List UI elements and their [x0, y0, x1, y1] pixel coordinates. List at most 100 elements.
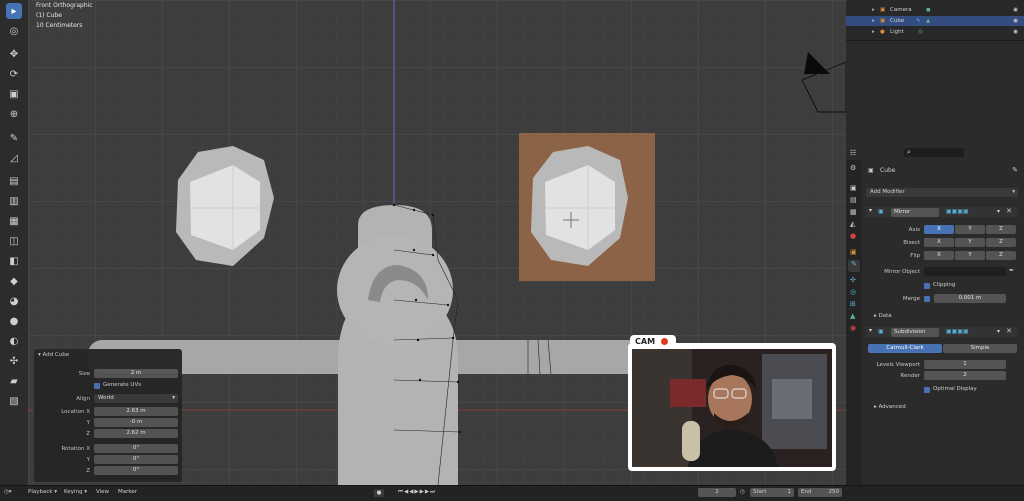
rotation-x-field[interactable]: 0° [94, 444, 178, 453]
rip-tool-icon[interactable]: ▧ [6, 393, 22, 409]
view-menu[interactable]: View [96, 489, 109, 495]
select-tool-icon[interactable]: ▸ [6, 3, 22, 19]
add-cube-tool-icon[interactable]: ▤ [6, 173, 22, 189]
add-cube-title[interactable]: ▾ Add Cube [38, 352, 69, 358]
add-modifier-dropdown[interactable]: Add Modifier ▾ [866, 188, 1018, 197]
eyedropper-icon[interactable]: ✒ [1009, 267, 1014, 274]
eye-icon[interactable]: ◉ [1013, 5, 1018, 15]
subdivision-name-field[interactable]: Subdivision [891, 328, 939, 337]
optimal-display-checkbox[interactable] [924, 387, 930, 393]
data-subpanel[interactable]: ▸ Data [874, 313, 892, 319]
modifier-wrench-icon: ▣ [868, 167, 874, 174]
rotation-z-field[interactable]: 0° [94, 466, 178, 475]
loopcut-tool-icon[interactable]: ◧ [6, 253, 22, 269]
current-frame-field[interactable]: 2 [698, 488, 736, 497]
location-x-field[interactable]: 2.63 m [94, 407, 178, 416]
bisect-y-toggle[interactable]: Y [955, 238, 985, 247]
flip-z-toggle[interactable]: Z [986, 251, 1016, 260]
extrude-tool-icon[interactable]: ▥ [6, 193, 22, 209]
axis-z-toggle[interactable]: Z [986, 225, 1016, 234]
merge-checkbox[interactable] [924, 296, 930, 302]
render-levels-field[interactable]: 2 [924, 371, 1006, 380]
view-name: Front Orthographic [36, 2, 93, 9]
view-layer-tab-icon[interactable]: ▦ [850, 208, 857, 216]
timeline-editor-icon[interactable]: ◷▾ [4, 489, 12, 495]
end-frame-field[interactable]: End 250 [798, 488, 842, 497]
playback-controls[interactable]: ⏮◀◀▶▶▶⏭ [398, 489, 436, 496]
knife-tool-icon[interactable]: ◆ [6, 273, 22, 289]
location-y-field[interactable]: -0 m [94, 418, 178, 427]
pin-icon[interactable]: ✎ [1012, 166, 1018, 174]
playback-menu[interactable]: Playback ▾ [28, 489, 57, 495]
data-tab-icon[interactable]: ▲ [850, 312, 855, 320]
flip-x-toggle[interactable]: X [924, 251, 954, 260]
advanced-subpanel[interactable]: ▸ Advanced [874, 404, 906, 410]
record-button[interactable]: ● [374, 489, 384, 497]
scale-tool-icon[interactable]: ▣ [6, 86, 22, 102]
edge-slide-tool-icon[interactable]: ◐ [6, 333, 22, 349]
merge-distance-field[interactable]: 0.001 m [934, 294, 1006, 303]
move-tool-icon[interactable]: ✥ [6, 46, 22, 62]
tool-tab-icon[interactable]: ⚙ [850, 164, 856, 172]
spin-tool-icon[interactable]: ◕ [6, 293, 22, 309]
scene-tab-icon[interactable]: ◭ [850, 220, 855, 228]
bisect-x-toggle[interactable]: X [924, 238, 954, 247]
generate-uvs-checkbox[interactable] [94, 383, 100, 389]
flip-y-toggle[interactable]: Y [955, 251, 985, 260]
axis-x-toggle[interactable]: X [924, 225, 954, 234]
physics-tab-icon[interactable]: ◎ [850, 288, 856, 296]
keying-menu[interactable]: Keying ▾ [64, 489, 87, 495]
rotation-z-label: Z [86, 468, 90, 474]
annotate-tool-icon[interactable]: ✎ [6, 130, 22, 146]
inset-tool-icon[interactable]: ▦ [6, 213, 22, 229]
world-tab-icon[interactable]: ● [850, 232, 856, 240]
size-field[interactable]: 2 m [94, 369, 178, 378]
webcam-video [632, 349, 832, 467]
clock-icon[interactable]: ◷ [740, 489, 745, 495]
close-icon[interactable]: ✕ [1006, 207, 1012, 215]
bevel-tool-icon[interactable]: ◫ [6, 233, 22, 249]
simple-button[interactable]: Simple [943, 344, 1017, 353]
rotation-y-field[interactable]: 0° [94, 455, 178, 464]
mirror-name-field[interactable]: Mirror [891, 208, 939, 217]
mirror-object-field[interactable] [924, 267, 1006, 276]
axis-y-toggle[interactable]: Y [955, 225, 985, 234]
editor-type-icon[interactable]: ☷ [850, 149, 856, 157]
subdivision-modifier-header[interactable]: ▾ ▣ Subdivision ▣▣▣▣ ▾ ✕ [866, 327, 1018, 337]
particles-tab-icon[interactable]: ✣ [850, 276, 856, 284]
marker-menu[interactable]: Marker [118, 489, 137, 495]
measure-tool-icon[interactable]: ◿ [6, 150, 22, 166]
align-dropdown[interactable]: World ▾ [94, 394, 178, 403]
object-tab-icon[interactable]: ▣ [850, 248, 857, 256]
outliner-item-cube[interactable]: ▸ ▣ Cube ✎ ▲ ◉ [846, 16, 1024, 26]
output-tab-icon[interactable]: ▤ [850, 196, 857, 204]
smooth-tool-icon[interactable]: ● [6, 313, 22, 329]
outliner-item-camera[interactable]: ▸ ▣ Camera ◼ ◉ [846, 5, 1024, 15]
light-data-icon: ◎ [918, 29, 923, 35]
mirror-icon: ▣ [878, 208, 884, 215]
constraints-tab-icon[interactable]: ⊞ [850, 300, 856, 308]
outliner-item-light[interactable]: ▸ ● Light ◎ ◉ [846, 27, 1024, 37]
render-tab-icon[interactable]: ▣ [850, 184, 857, 192]
material-tab-icon[interactable]: ◉ [850, 324, 856, 332]
start-frame-field[interactable]: Start 1 [750, 488, 794, 497]
bisect-z-toggle[interactable]: Z [986, 238, 1016, 247]
shrink-tool-icon[interactable]: ✣ [6, 353, 22, 369]
clipping-checkbox[interactable] [924, 283, 930, 289]
cursor-tool-icon[interactable]: ◎ [6, 23, 22, 39]
modifier-tab-icon[interactable]: ✎ [848, 260, 860, 272]
close-icon[interactable]: ✕ [1006, 327, 1012, 335]
shear-tool-icon[interactable]: ▰ [6, 373, 22, 389]
eye-icon[interactable]: ◉ [1013, 16, 1018, 26]
levels-viewport-field[interactable]: 1 [924, 360, 1006, 369]
merge-label: Merge [902, 296, 920, 302]
search-icon[interactable]: ⌕ [904, 148, 964, 157]
eye-icon[interactable]: ◉ [1013, 27, 1018, 37]
optimal-display-label: Optimal Display [933, 386, 977, 392]
mirror-modifier-header[interactable]: ▾ ▣ Mirror ▣▣▣▣ ▾ ✕ [866, 207, 1018, 217]
transform-tool-icon[interactable]: ⊕ [6, 106, 22, 122]
rotate-tool-icon[interactable]: ⟳ [6, 66, 22, 82]
location-z-field[interactable]: 2.62 m [94, 429, 178, 438]
camera-object-icon: ▣ [880, 7, 886, 13]
catmull-clark-button[interactable]: Catmull-Clark [868, 344, 942, 353]
